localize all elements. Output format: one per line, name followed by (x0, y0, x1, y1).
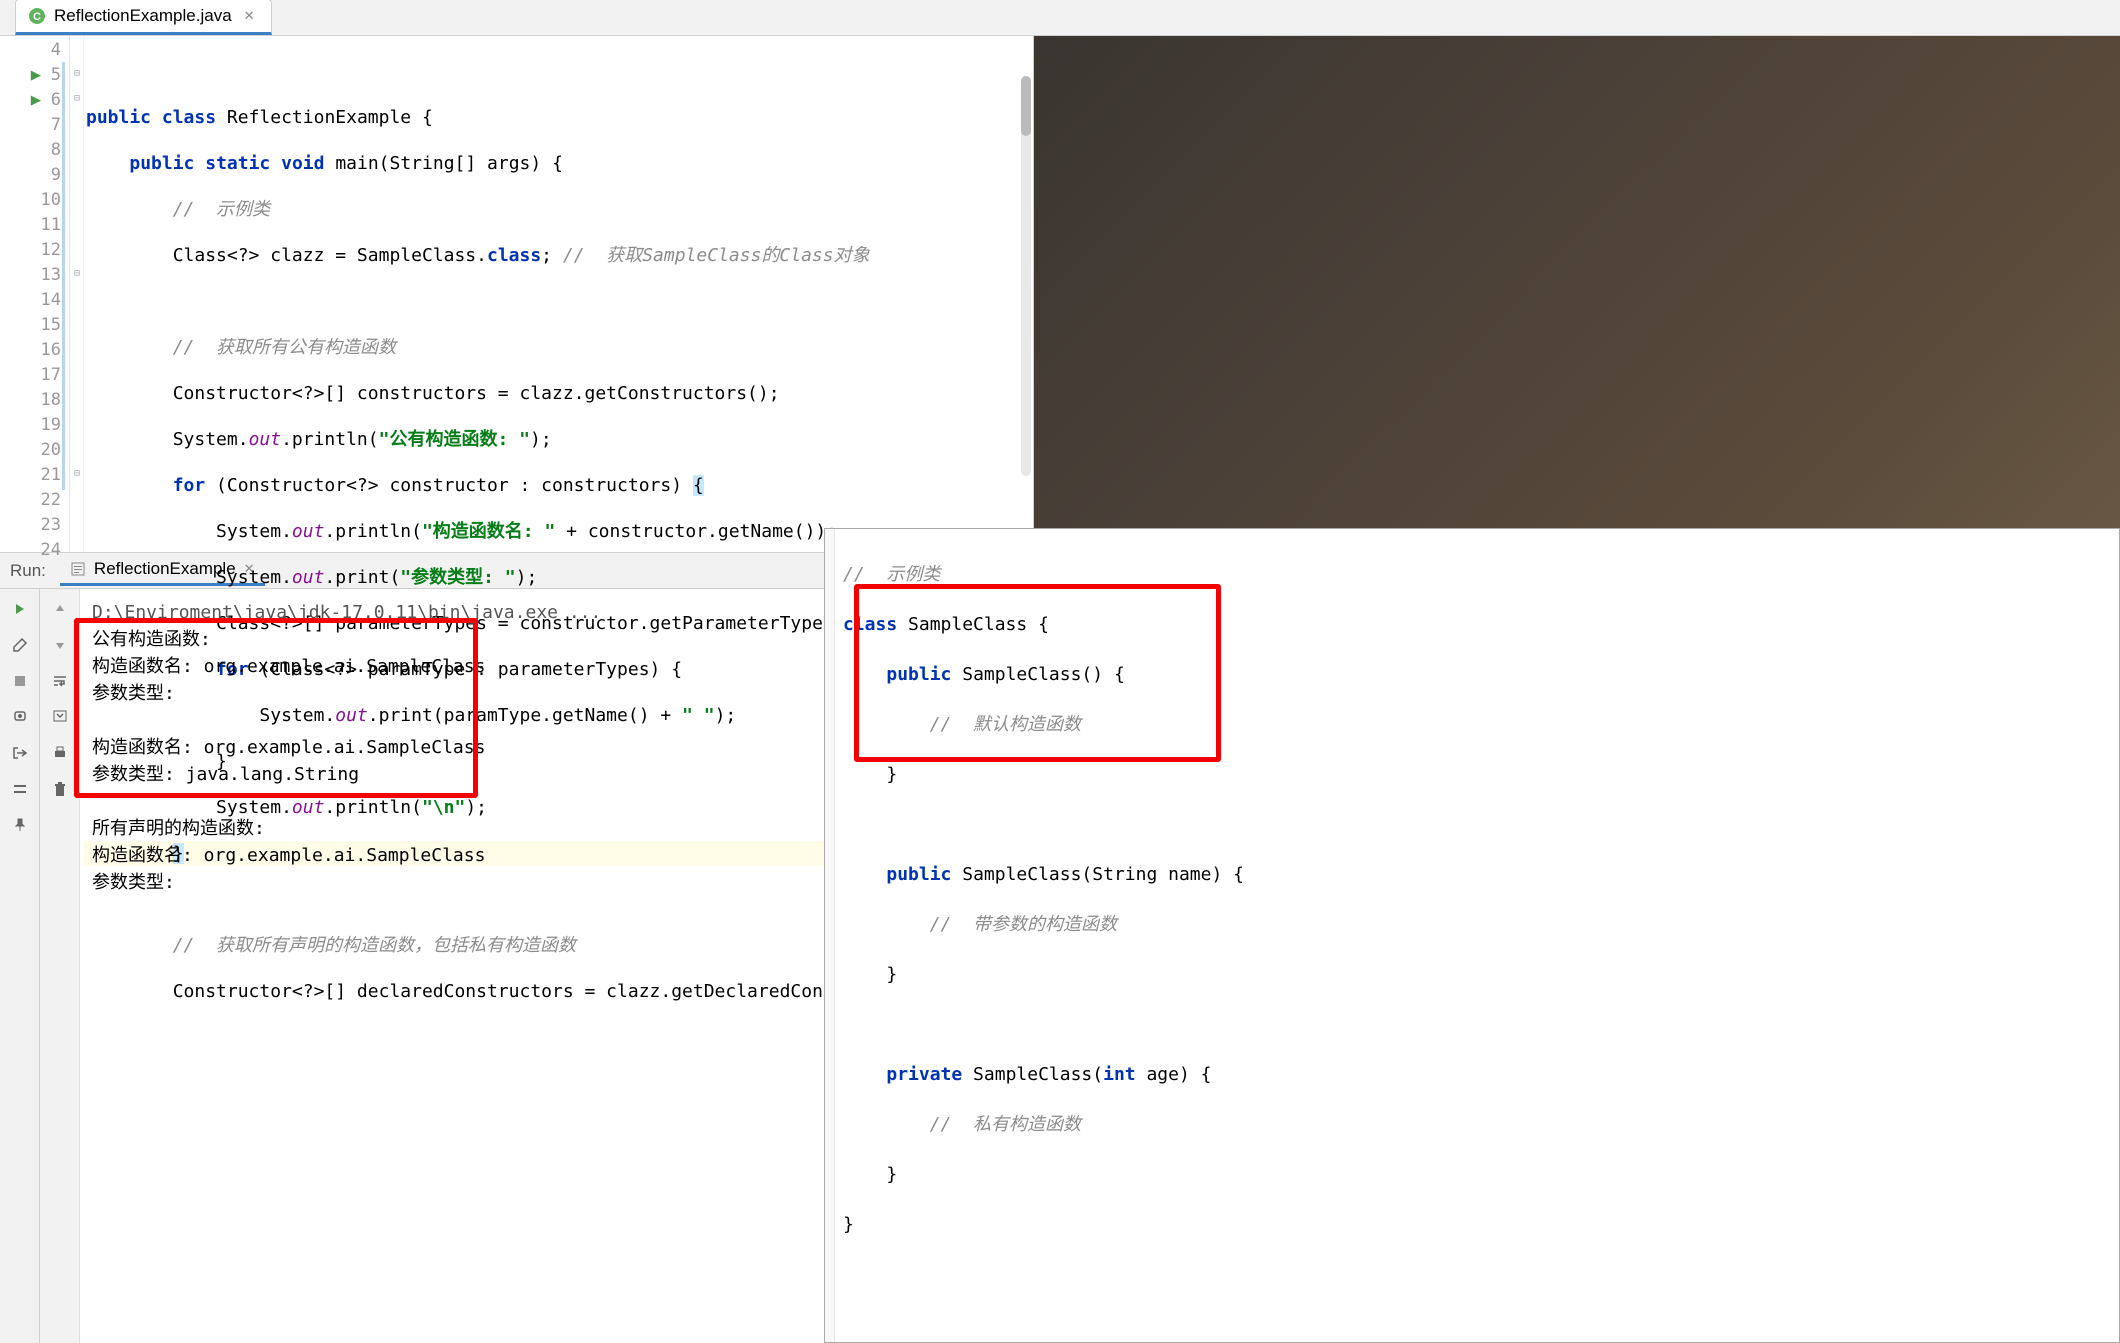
tab-close-icon[interactable]: ✕ (244, 8, 255, 24)
dump-button[interactable] (8, 705, 32, 729)
run-gutter-icon[interactable]: ▶ (31, 88, 41, 113)
print-button[interactable] (48, 741, 72, 765)
fold-marker-icon[interactable]: ⊟ (72, 269, 82, 279)
soft-wrap-button[interactable] (48, 669, 72, 693)
tools-button[interactable] (8, 633, 32, 657)
code-editor[interactable]: 4 ▶5 ▶6 7 8 9 10 11 12 13 14 15 16 17 18… (0, 36, 1033, 552)
run-label: Run: (10, 561, 46, 581)
layout-button[interactable] (8, 777, 32, 801)
exit-button[interactable] (8, 741, 32, 765)
desktop-background: // 示例类 class SampleClass { public Sample… (1034, 36, 2120, 1343)
line-number-gutter: 4 ▶5 ▶6 7 8 9 10 11 12 13 14 15 16 17 18… (0, 36, 70, 552)
java-class-icon: C (28, 7, 46, 25)
up-button[interactable] (48, 597, 72, 621)
tab-filename: ReflectionExample.java (54, 6, 232, 26)
rerun-button[interactable] (8, 597, 32, 621)
code-content[interactable]: public class ReflectionExample { public … (84, 36, 1033, 552)
svg-text:C: C (33, 11, 41, 23)
down-button[interactable] (48, 633, 72, 657)
run-subtoolbar (40, 589, 80, 1343)
stop-button[interactable] (8, 669, 32, 693)
run-toolbar (0, 589, 40, 1343)
secondary-code[interactable]: // 示例类 class SampleClass { public Sample… (835, 529, 2119, 1342)
fold-gutter: ⊟ ⊟ ⊟ ⊟ (70, 36, 84, 552)
fold-marker-icon[interactable]: ⊟ (72, 469, 82, 479)
file-tab[interactable]: C ReflectionExample.java ✕ (15, 0, 272, 35)
editor-scrollbar[interactable] (1021, 76, 1031, 476)
clear-button[interactable] (48, 777, 72, 801)
secondary-editor-window[interactable]: // 示例类 class SampleClass { public Sample… (824, 528, 2120, 1343)
fold-marker-icon[interactable]: ⊟ (72, 94, 82, 104)
pin-button[interactable] (8, 813, 32, 837)
fold-marker-icon[interactable]: ⊟ (72, 69, 82, 79)
run-gutter-icon[interactable]: ▶ (31, 63, 41, 88)
editor-tab-bar: C ReflectionExample.java ✕ (0, 0, 2120, 36)
scroll-end-button[interactable] (48, 705, 72, 729)
secondary-gutter (825, 529, 835, 1342)
